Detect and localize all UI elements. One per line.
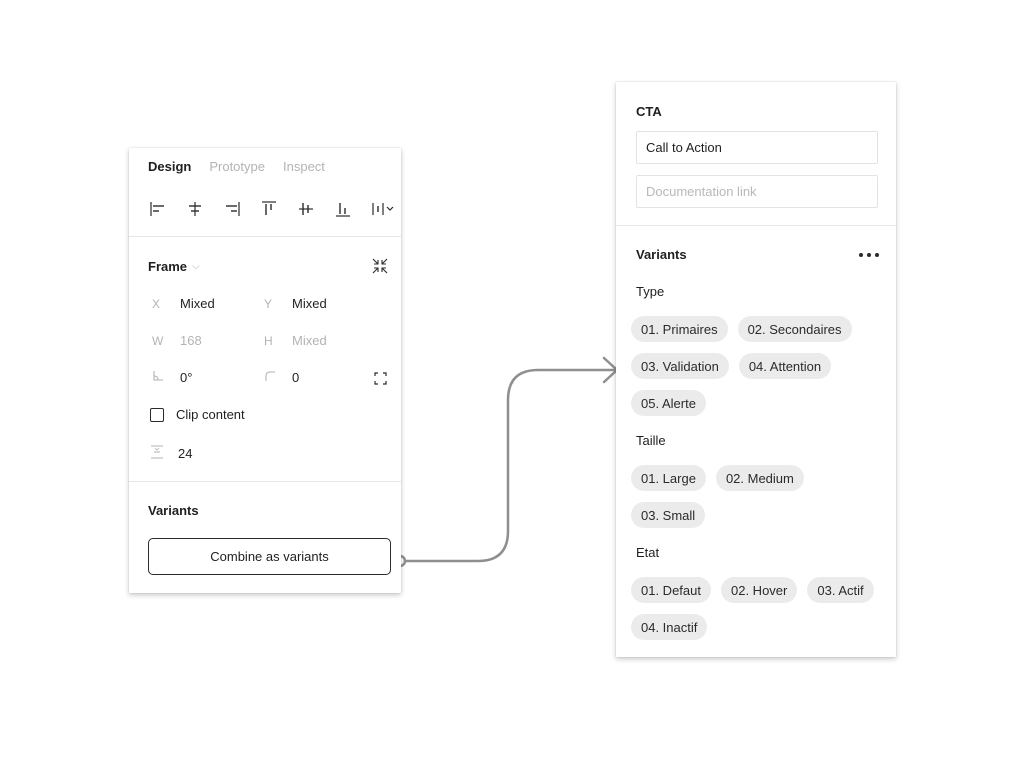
width-field[interactable]: W 168 — [152, 333, 202, 348]
divider — [616, 225, 896, 226]
chevron-down-icon: ⌵ — [192, 261, 200, 272]
clip-content-checkbox[interactable] — [150, 407, 164, 422]
component-properties-panel: CTA Variants Type 01. Primaires 02. Seco… — [616, 82, 896, 657]
rotation-field[interactable]: 0° — [152, 370, 192, 385]
spacing-icon — [151, 445, 163, 459]
align-left-icon[interactable] — [147, 198, 169, 220]
frame-section-title[interactable]: Frame ⌵ — [148, 259, 200, 274]
radius-value: 0 — [292, 370, 300, 385]
h-value: Mixed — [292, 333, 327, 348]
y-label: Y — [264, 296, 273, 311]
chip-row: 03. Small — [631, 502, 715, 528]
chip-row: 01. Large 02. Medium — [631, 465, 814, 491]
variant-chip[interactable]: 01. Primaires — [631, 316, 728, 342]
distribute-icon[interactable] — [369, 198, 397, 220]
align-top-icon[interactable] — [258, 198, 280, 220]
chip-row: 04. Inactif — [631, 614, 717, 640]
x-label: X — [152, 296, 161, 311]
variant-chip[interactable]: 01. Defaut — [631, 577, 711, 603]
chip-row: 01. Defaut 02. Hover 03. Actif — [631, 577, 884, 603]
x-value: Mixed — [180, 296, 215, 311]
resize-to-fit-icon[interactable] — [371, 257, 389, 275]
property-label-etat: Etat — [636, 545, 660, 560]
panel-tabs: Design Prototype Inspect — [148, 159, 343, 174]
frame-title-label: Frame — [148, 259, 188, 274]
h-label: H — [264, 333, 273, 348]
chip-row: 03. Validation 04. Attention — [631, 353, 841, 379]
property-label-taille: Taille — [636, 433, 666, 448]
spacing-value: 24 — [178, 446, 193, 461]
documentation-link-input[interactable] — [636, 175, 878, 208]
variant-chip[interactable]: 04. Inactif — [631, 614, 708, 640]
variant-chip[interactable]: 03. Small — [631, 502, 706, 528]
variants-title: Variants — [636, 247, 687, 262]
variant-chip[interactable]: 01. Large — [631, 465, 706, 491]
align-vertical-center-icon[interactable] — [295, 198, 317, 220]
clip-content-option[interactable]: Clip content — [150, 407, 245, 422]
description-input[interactable] — [636, 131, 878, 164]
spacing-field[interactable]: 24 — [150, 445, 192, 462]
combine-as-variants-button[interactable]: Combine as variants — [148, 538, 391, 575]
rotation-icon — [153, 371, 163, 381]
align-horizontal-center-icon[interactable] — [184, 198, 206, 220]
w-label: W — [152, 333, 164, 348]
rotation-value: 0° — [180, 370, 193, 385]
x-field[interactable]: X Mixed — [152, 296, 215, 311]
design-panel: Design Prototype Inspect Frame ⌵ X Mixed… — [129, 148, 401, 593]
variants-section-title: Variants — [148, 503, 199, 518]
tab-design[interactable]: Design — [148, 159, 191, 174]
variant-chip[interactable]: 02. Hover — [721, 577, 798, 603]
divider — [129, 236, 401, 237]
variant-chip[interactable]: 03. Actif — [807, 577, 874, 603]
tab-prototype[interactable]: Prototype — [209, 159, 265, 174]
property-label-type: Type — [636, 284, 665, 299]
variant-chip[interactable]: 04. Attention — [738, 353, 832, 379]
chip-row: 05. Alerte — [631, 390, 716, 416]
y-field[interactable]: Y Mixed — [264, 296, 327, 311]
variant-chip[interactable]: 02. Medium — [715, 465, 804, 491]
component-name: CTA — [636, 104, 662, 119]
alignment-toolbar — [147, 198, 397, 220]
divider — [129, 481, 401, 482]
height-field[interactable]: H Mixed — [264, 333, 327, 348]
tab-inspect[interactable]: Inspect — [283, 159, 325, 174]
y-value: Mixed — [292, 296, 327, 311]
variant-chip[interactable]: 02. Secondaires — [737, 316, 852, 342]
align-right-icon[interactable] — [221, 198, 243, 220]
clip-content-label: Clip content — [176, 407, 245, 422]
more-options-icon[interactable] — [859, 252, 879, 258]
independent-corners-icon[interactable] — [374, 372, 387, 385]
align-bottom-icon[interactable] — [332, 198, 354, 220]
corner-radius-icon — [265, 371, 275, 381]
chip-row: 01. Primaires 02. Secondaires — [631, 316, 862, 342]
corner-radius-field[interactable]: 0 — [264, 370, 299, 385]
variant-chip[interactable]: 05. Alerte — [631, 390, 706, 416]
variant-chip[interactable]: 03. Validation — [631, 353, 729, 379]
w-value: 168 — [180, 333, 202, 348]
